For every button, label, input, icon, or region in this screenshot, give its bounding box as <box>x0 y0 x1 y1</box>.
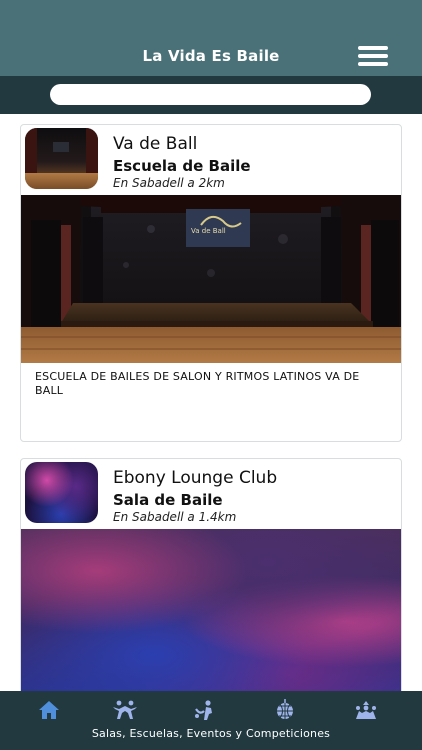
venue-photo: Va de Ball <box>21 195 401 363</box>
app-screen: La Vida Es Baile Va de Ball Escuela de B… <box>0 0 422 750</box>
bottom-navigation: Salas, Escuelas, Eventos y Competiciones <box>0 691 422 750</box>
hamburger-menu-icon[interactable] <box>358 46 388 68</box>
search-bar <box>0 76 422 114</box>
search-input[interactable] <box>50 84 371 105</box>
party-icon <box>356 701 376 719</box>
venue-description: ESCUELA DE BAILES DE SALON Y RITMOS LATI… <box>35 370 360 397</box>
venue-name: Ebony Lounge Club <box>113 468 278 488</box>
disco-ball-icon <box>277 699 293 719</box>
venue-card[interactable]: Ebony Lounge Club Sala de Baile En Sabad… <box>20 458 402 691</box>
tab-party[interactable] <box>346 699 386 721</box>
venue-photo <box>21 529 401 691</box>
venue-distance: En Sabadell a 1.4km <box>113 510 237 524</box>
venue-list: Va de Ball Escuela de Baile En Sabadell … <box>0 114 422 691</box>
top-app-bar: La Vida Es Baile <box>0 0 422 76</box>
tab-couple-dance[interactable] <box>185 699 225 721</box>
venue-card[interactable]: Va de Ball Escuela de Baile En Sabadell … <box>20 124 402 442</box>
venue-thumbnail <box>25 462 98 523</box>
venue-type: Sala de Baile <box>113 491 223 509</box>
venue-thumbnail <box>25 128 98 189</box>
home-icon <box>39 701 59 719</box>
dancers-icon <box>113 700 137 719</box>
svg-text:Va de Ball: Va de Ball <box>191 227 226 235</box>
venue-name: Va de Ball <box>113 134 198 154</box>
couple-dance-icon <box>195 700 212 720</box>
venue-type: Escuela de Baile <box>113 157 251 175</box>
bottom-nav-caption: Salas, Escuelas, Eventos y Competiciones <box>91 727 331 740</box>
venue-distance: En Sabadell a 2km <box>113 176 225 190</box>
tab-disco[interactable] <box>265 699 305 721</box>
tab-dancers[interactable] <box>105 699 145 721</box>
tab-home[interactable] <box>29 699 69 721</box>
